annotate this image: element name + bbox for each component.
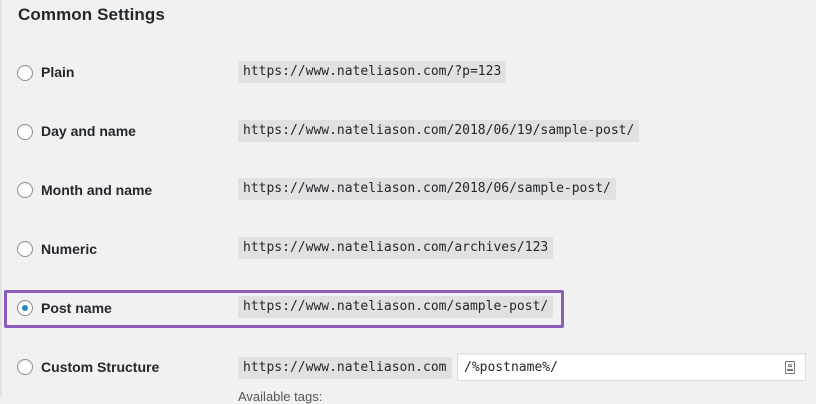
custom-structure-input[interactable]: /%postname%/: [457, 353, 806, 381]
option-label[interactable]: Day and name: [41, 123, 136, 139]
radio-month-and-name[interactable]: [17, 182, 33, 198]
option-row-post-name: Post name https://www.nateliason.com/sam…: [0, 293, 816, 323]
radio-custom-structure[interactable]: [17, 359, 33, 375]
option-row-numeric: Numeric https://www.nateliason.com/archi…: [0, 234, 816, 264]
option-label[interactable]: Numeric: [41, 241, 97, 257]
radio-plain[interactable]: [17, 65, 33, 81]
custom-structure-value: /%postname%/: [464, 360, 558, 375]
option-example-url: https://www.nateliason.com/2018/06/sampl…: [238, 178, 616, 200]
option-row-month-and-name: Month and name https://www.nateliason.co…: [0, 175, 816, 205]
password-manager-icon[interactable]: [785, 361, 795, 374]
radio-numeric[interactable]: [17, 241, 33, 257]
option-example-url: https://www.nateliason.com/sample-post/: [238, 296, 554, 318]
radio-day-and-name[interactable]: [17, 124, 33, 140]
section-title: Common Settings: [18, 5, 165, 24]
option-example-url: https://www.nateliason.com/2018/06/19/sa…: [238, 120, 640, 142]
option-label[interactable]: Post name: [41, 300, 112, 316]
option-row-plain: Plain https://www.nateliason.com/?p=123: [0, 57, 816, 87]
radio-post-name[interactable]: [17, 300, 33, 316]
option-example-url: https://www.nateliason.com/?p=123: [238, 61, 507, 83]
option-label[interactable]: Month and name: [41, 182, 152, 198]
option-label[interactable]: Custom Structure: [41, 359, 159, 375]
custom-structure-base-url: https://www.nateliason.com: [238, 357, 452, 379]
option-row-day-and-name: Day and name https://www.nateliason.com/…: [0, 116, 816, 146]
option-example-url: https://www.nateliason.com/archives/123: [238, 237, 554, 259]
option-label[interactable]: Plain: [41, 64, 74, 80]
